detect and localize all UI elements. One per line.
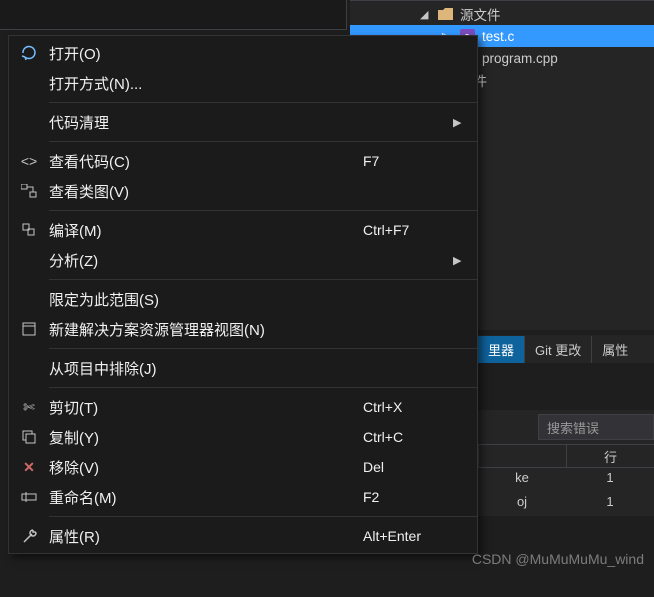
copy-icon [9,430,49,444]
separator [49,279,477,280]
shortcut: Del [363,459,453,475]
menu-label: 查看类图(V) [49,181,363,202]
error-columns: 行 [478,444,654,468]
table-row[interactable]: ke 1 [478,468,654,492]
menu-code-cleanup[interactable]: 代码清理 ▶ [9,107,477,137]
chevron-right-icon: ▶ [453,116,465,129]
cut-icon: ✄ [9,399,49,416]
menu-label: 编译(M) [49,220,363,241]
menu-label: 代码清理 [49,112,363,133]
tree-label: 源文件 [460,4,501,24]
menu-label: 限定为此范围(S) [49,289,363,310]
tree-folder-source[interactable]: ◢ 源文件 [350,3,654,25]
error-list-panel: 搜索错误 行 ke 1 oj 1 [478,410,654,516]
context-menu: 打开(O) 打开方式(N)... 代码清理 ▶ <> 查看代码(C) F7 查看… [8,35,478,554]
rename-icon [9,491,49,503]
separator [49,102,477,103]
class-diagram-icon [9,184,49,198]
separator [49,141,477,142]
menu-new-solution-view[interactable]: 新建解决方案资源管理器视图(N) [9,314,477,344]
shortcut: F7 [363,153,453,169]
col-line-header: 行 [566,445,654,467]
menu-label: 剪切(T) [49,397,363,418]
wrench-icon [9,529,49,544]
delete-icon: ✕ [9,459,49,476]
tab-active-fragment[interactable]: 里器 [478,336,524,363]
chevron-right-icon: ▶ [453,254,465,267]
menu-properties[interactable]: 属性(R) Alt+Enter [9,521,477,551]
menu-analyze[interactable]: 分析(Z) ▶ [9,245,477,275]
shortcut: Ctrl+C [363,429,453,445]
compile-icon [9,223,49,238]
separator [49,348,477,349]
menu-view-code[interactable]: <> 查看代码(C) F7 [9,146,477,176]
panel-tabs: 里器 Git 更改 属性 [478,335,654,363]
menu-copy[interactable]: 复制(Y) Ctrl+C [9,422,477,452]
new-view-icon [9,322,49,336]
tab-git-changes[interactable]: Git 更改 [524,336,591,363]
shortcut: Alt+Enter [363,528,453,544]
menu-cut[interactable]: ✄ 剪切(T) Ctrl+X [9,392,477,422]
cell-line: 1 [566,468,654,492]
cell-ext: ke [478,468,566,492]
separator [49,516,477,517]
shortcut: Ctrl+F7 [363,222,453,238]
menu-label: 打开(O) [49,43,363,64]
table-row[interactable]: oj 1 [478,492,654,516]
menu-exclude-from-project[interactable]: 从项目中排除(J) [9,353,477,383]
tab-properties[interactable]: 属性 [591,336,638,363]
menu-scope-to-this[interactable]: 限定为此范围(S) [9,284,477,314]
cell-ext: oj [478,492,566,516]
menu-open[interactable]: 打开(O) [9,38,477,68]
watermark: CSDN @MuMuMuMu_wind [472,551,644,567]
separator [49,387,477,388]
folder-icon [436,6,454,22]
menu-label: 查看代码(C) [49,151,363,172]
menu-label: 分析(Z) [49,250,363,271]
menu-compile[interactable]: 编译(M) Ctrl+F7 [9,215,477,245]
tree-label: test.c [482,29,514,44]
menu-label: 新建解决方案资源管理器视图(N) [49,319,363,340]
cell-line: 1 [566,492,654,516]
code-icon: <> [9,153,49,169]
menu-remove[interactable]: ✕ 移除(V) Del [9,452,477,482]
separator [49,210,477,211]
menu-label: 移除(V) [49,457,363,478]
col-blank [478,445,566,467]
menu-label: 从项目中排除(J) [49,358,363,379]
shortcut: Ctrl+X [363,399,453,415]
search-error-input[interactable]: 搜索错误 [538,414,654,440]
editor-area [0,0,347,30]
shortcut: F2 [363,489,453,505]
menu-label: 属性(R) [49,526,363,547]
open-icon [9,45,49,61]
menu-label: 打开方式(N)... [49,73,363,94]
menu-open-with[interactable]: 打开方式(N)... [9,68,477,98]
chevron-down-icon: ◢ [420,8,436,21]
menu-view-class-diagram[interactable]: 查看类图(V) [9,176,477,206]
placeholder-text: 搜索错误 [547,418,599,437]
tree-label: program.cpp [482,51,558,66]
menu-rename[interactable]: 重命名(M) F2 [9,482,477,512]
menu-label: 复制(Y) [49,427,363,448]
menu-label: 重命名(M) [49,487,363,508]
